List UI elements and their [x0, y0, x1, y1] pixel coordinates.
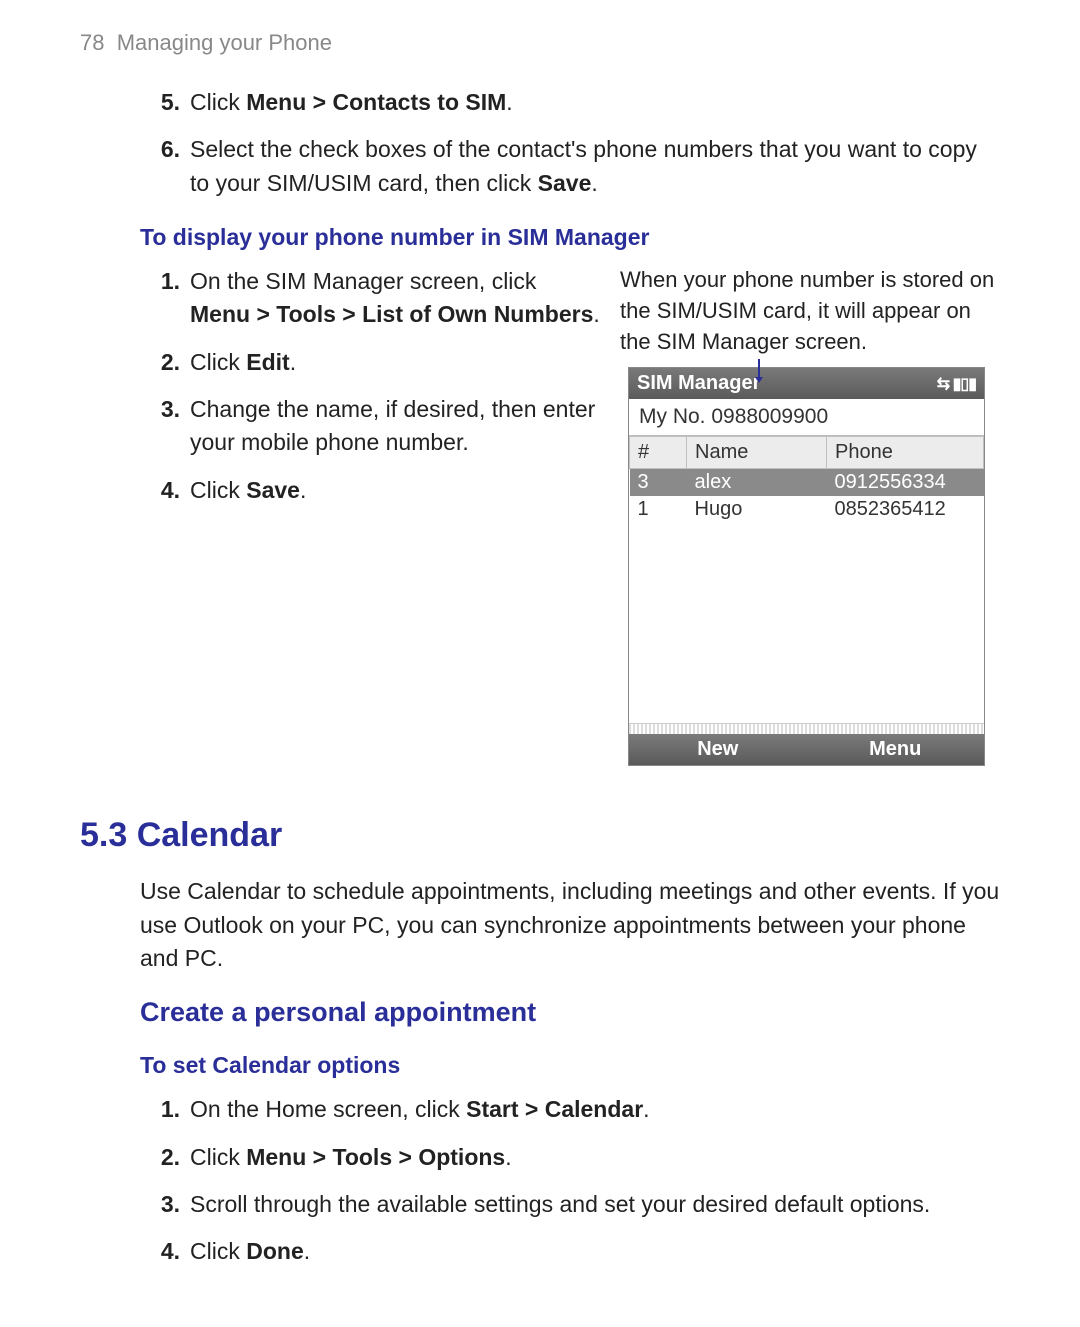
step-number: 2.: [140, 346, 190, 379]
steps-contacts-to-sim: 5.Click Menu > Contacts to SIM.6.Select …: [140, 86, 1000, 200]
step-text: Click Done.: [190, 1235, 1000, 1268]
callout-pointer: [758, 359, 760, 379]
sim-titlebar: SIM Manager ⇆ ▮▯▮: [629, 368, 984, 399]
list-item: 2.Click Edit.: [140, 346, 600, 379]
step-number: 3.: [140, 1188, 190, 1221]
list-item: 4.Click Done.: [140, 1235, 1000, 1268]
step-text: Click Save.: [190, 474, 600, 507]
step-text: On the SIM Manager screen, click Menu > …: [190, 265, 600, 332]
sim-title: SIM Manager: [637, 372, 760, 395]
col-phone: Phone: [827, 437, 984, 469]
cell-idx: 3: [630, 469, 687, 497]
bold-term: Menu > Tools > Options: [246, 1144, 505, 1170]
page-number: 78: [80, 30, 104, 55]
calendar-intro: Use Calendar to schedule appointments, i…: [140, 875, 1000, 975]
chapter-title: Managing your Phone: [117, 30, 332, 55]
status-icons: ⇆ ▮▯▮: [937, 374, 976, 394]
cell-name: alex: [687, 469, 827, 497]
step-number: 2.: [140, 1141, 190, 1174]
sim-scrollbar: [629, 723, 984, 734]
list-item: 1.On the Home screen, click Start > Cale…: [140, 1093, 1000, 1126]
table-row: 1Hugo0852365412: [630, 496, 984, 523]
softkey-new: New: [629, 738, 807, 761]
bold-term: Save: [246, 477, 300, 503]
list-item: 6.Select the check boxes of the contact'…: [140, 133, 1000, 200]
cell-phone: 0852365412: [827, 496, 984, 523]
step-number: 3.: [140, 393, 190, 460]
bold-term: Menu > Tools > List of Own Numbers: [190, 301, 593, 327]
bold-term: Edit: [246, 349, 289, 375]
sim-empty-area: [629, 523, 984, 723]
step-number: 4.: [140, 1235, 190, 1268]
sim-rows: 3alex09125563341Hugo0852365412: [630, 469, 984, 524]
step-text: On the Home screen, click Start > Calend…: [190, 1093, 1000, 1126]
bold-term: Start > Calendar: [466, 1096, 643, 1122]
list-item: 3.Change the name, if desired, then ente…: [140, 393, 600, 460]
step-text: Click Menu > Contacts to SIM.: [190, 86, 1000, 119]
sim-contacts-table: # Name Phone 3alex09125563341Hugo0852365…: [629, 436, 984, 523]
topic-create-appointment: Create a personal appointment: [140, 997, 1000, 1028]
list-item: 3.Scroll through the available settings …: [140, 1188, 1000, 1221]
col-index: #: [630, 437, 687, 469]
step-number: 4.: [140, 474, 190, 507]
list-item: 1.On the SIM Manager screen, click Menu …: [140, 265, 600, 332]
step-number: 5.: [140, 86, 190, 119]
steps-calendar-options: 1.On the Home screen, click Start > Cale…: [140, 1093, 1000, 1268]
sim-my-number: My No. 0988009900: [629, 399, 984, 436]
step-number: 1.: [140, 1093, 190, 1126]
bold-term: Menu > Contacts to SIM: [246, 89, 506, 115]
cell-phone: 0912556334: [827, 469, 984, 497]
table-row: 3alex0912556334: [630, 469, 984, 497]
section-title-calendar: 5.3 Calendar: [80, 816, 1010, 855]
list-item: 4.Click Save.: [140, 474, 600, 507]
list-item: 5.Click Menu > Contacts to SIM.: [140, 86, 1000, 119]
col-name: Name: [687, 437, 827, 469]
step-number: 6.: [140, 133, 190, 200]
bold-term: Done: [246, 1238, 304, 1264]
cell-name: Hugo: [687, 496, 827, 523]
running-header: 78 Managing your Phone: [80, 30, 1010, 56]
screenshot-caption: When your phone number is stored on the …: [620, 265, 1000, 357]
list-item: 2.Click Menu > Tools > Options.: [140, 1141, 1000, 1174]
softkey-menu: Menu: [807, 738, 985, 761]
steps-display-number: 1.On the SIM Manager screen, click Menu …: [140, 265, 600, 507]
step-text: Click Edit.: [190, 346, 600, 379]
step-number: 1.: [140, 265, 190, 332]
step-text: Scroll through the available settings an…: [190, 1188, 1000, 1221]
sim-manager-screenshot: SIM Manager ⇆ ▮▯▮ My No. 0988009900 # Na…: [628, 367, 1000, 766]
step-text: Click Menu > Tools > Options.: [190, 1141, 1000, 1174]
bold-term: Save: [538, 170, 592, 196]
heading-set-options: To set Calendar options: [140, 1052, 1000, 1079]
heading-display-number: To display your phone number in SIM Mana…: [140, 224, 1000, 251]
cell-idx: 1: [630, 496, 687, 523]
step-text: Select the check boxes of the contact's …: [190, 133, 1000, 200]
step-text: Change the name, if desired, then enter …: [190, 393, 600, 460]
